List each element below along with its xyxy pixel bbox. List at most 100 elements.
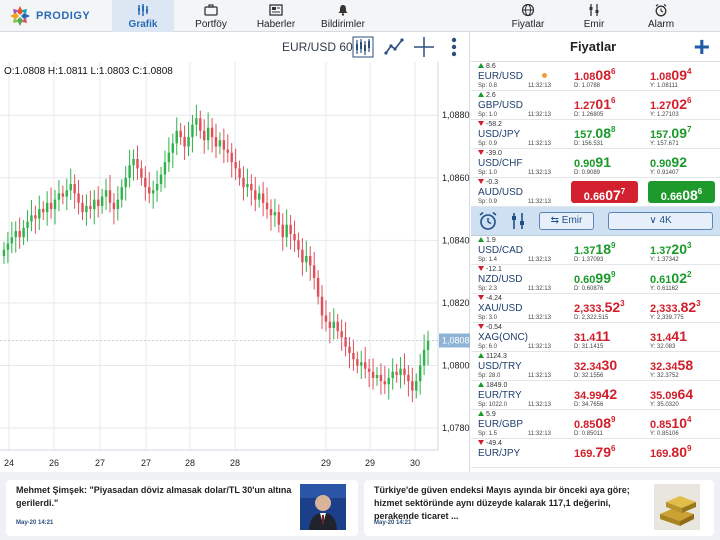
change-value: -12.1 (478, 266, 502, 273)
bid-price[interactable]: 0.85089 (574, 415, 615, 431)
candle-body (324, 315, 328, 322)
change-value: 1849.0 (478, 382, 507, 389)
ask-price[interactable]: 0.61022 (650, 270, 691, 286)
time-label: 11:32:13 (528, 286, 551, 292)
price-row[interactable]: -0.54 XAG(ONC) Sp: 6.0 11:32:13 31.411 31.441… (471, 323, 720, 352)
ask-price[interactable]: 169.809 (650, 444, 691, 460)
price-row[interactable]: -12.1 NZD/USD Sp: 2.3 11:32:13 0.60999 0.6102… (471, 265, 720, 294)
daily-high: Y: 157.671 (650, 141, 679, 147)
candle-body (336, 321, 339, 332)
price-row[interactable]: 2.6 GBP/USD Sp: 1.0 11:32:13 1.27016 1.27026 D… (471, 91, 720, 120)
price-row[interactable]: 1.9 USD/CAD Sp: 1.4 11:32:13 1.37189 1.37203 D… (471, 236, 720, 265)
ask-price[interactable]: 1.27026 (650, 96, 691, 112)
daily-high: Y: 0.91407 (650, 170, 679, 176)
candle-body (65, 190, 69, 197)
price-row[interactable]: 1124.3 USD/TRY Sp: 28.0 11:32:13 32.3430 32.3… (471, 352, 720, 381)
symbol-label: NZD/USD (478, 274, 523, 285)
ask-price[interactable]: 1.08094 (650, 67, 691, 83)
spread-label: Sp: 1.0 (478, 112, 498, 118)
tab-grafik[interactable]: Grafik (112, 0, 174, 32)
ask-price[interactable]: 35.0964 (650, 386, 693, 402)
ask-price[interactable]: 1.37203 (650, 241, 691, 257)
bid-price[interactable]: 169.796 (574, 444, 615, 460)
tab-alarm[interactable]: Alarm (630, 0, 692, 32)
symbol-label: USD/CHF (478, 158, 523, 169)
candle-body (49, 202, 53, 210)
candle-body (375, 374, 379, 379)
price-row[interactable]: -39.0 USD/CHF Sp: 1.0 11:32:13 0.9091 0.9092 D… (471, 149, 720, 178)
ask-price[interactable]: 0.85104 (650, 415, 691, 431)
bid-price[interactable]: 34.9942 (574, 386, 617, 402)
daily-low: D: 31.1415 (574, 344, 604, 350)
x-tick-label: 27 (141, 458, 151, 468)
time-label: 11:32:13 (528, 373, 551, 379)
bid-price[interactable]: 1.08086 (574, 67, 615, 83)
price-row[interactable]: -58.2 USD/JPY Sp: 0.9 11:32:13 157.088 157.09… (471, 120, 720, 149)
tab-label: Haberler (256, 19, 296, 30)
price-row-selected[interactable]: -0.3 AUD/USD Sp: 0.9 11:32:13 0.66077 0.… (471, 178, 720, 207)
candle-body (316, 277, 320, 297)
change-value: -0.3 (478, 179, 498, 186)
price-row[interactable]: -49.4 EUR/JPY 169.796 169.809 (471, 439, 720, 468)
candle-body (203, 130, 206, 141)
bid-price[interactable]: 0.60999 (574, 270, 615, 286)
emir-button[interactable]: ⇆ Emir (539, 212, 594, 230)
price-row[interactable]: 5.9 EUR/GBP Sp: 1.5 11:32:13 0.85089 0.85104 D… (471, 410, 720, 439)
quantity-dropdown[interactable]: ∨ 4K (608, 212, 713, 230)
bid-price[interactable]: 157.088 (574, 125, 615, 141)
bid-price[interactable]: 2,333.523 (574, 299, 625, 315)
price-row[interactable]: 1849.0 EUR/TRY Sp: 1022.0 11:32:13 34.9942 35… (471, 381, 720, 410)
tab-haberler[interactable]: Haberler (245, 0, 307, 32)
tab-emir[interactable]: Emir (563, 0, 625, 32)
line-draw-icon[interactable] (383, 36, 405, 58)
down-arrow-icon (478, 266, 484, 271)
buy-button[interactable]: 0.66086 (648, 181, 715, 203)
candle-body (418, 365, 422, 382)
x-tick-label: 28 (185, 458, 195, 468)
person-portrait-icon (300, 484, 346, 530)
bid-price[interactable]: 1.27016 (574, 96, 615, 112)
candle-body (96, 199, 100, 206)
ask-price[interactable]: 32.3458 (650, 357, 693, 373)
plus-icon[interactable]: + (694, 33, 710, 61)
candlestick-icon[interactable] (352, 36, 374, 58)
candle-body (57, 193, 61, 200)
bid-price[interactable]: 31.411 (574, 328, 610, 344)
candle-body (426, 340, 430, 350)
up-arrow-icon (478, 382, 484, 387)
bid-price[interactable]: 0.9091 (574, 154, 611, 170)
ask-price[interactable]: 0.9092 (650, 154, 687, 170)
symbol-label: EUR/USD (478, 71, 524, 82)
tab-portfoy[interactable]: Portföy (180, 0, 242, 32)
ask-price[interactable]: 2,333.823 (650, 299, 701, 315)
daily-low: D: 0.60876 (574, 286, 604, 292)
bid-price[interactable]: 32.3430 (574, 357, 617, 373)
top-navigation: PRODIGY Grafik Portföy Haberler Bildirim… (0, 0, 720, 32)
bid-price[interactable]: 1.37189 (574, 241, 615, 257)
ask-price[interactable]: 31.441 (650, 328, 687, 344)
spread-label: Sp: 0.9 (478, 141, 498, 147)
candle-body (151, 190, 155, 194)
tab-fiyatlar[interactable]: Fiyatlar (497, 0, 559, 32)
tab-label: Fiyatlar (511, 19, 545, 30)
price-row[interactable]: 8.6 EUR/USD Sp: 0.8 11:32:13 1.08086 1.08094 D… (471, 62, 720, 91)
sell-button[interactable]: 0.66077 (571, 181, 638, 203)
sliders-icon[interactable] (507, 210, 529, 232)
price-row[interactable]: -4.24 XAU/USD Sp: 3.0 11:32:13 2,333.523 2,33… (471, 294, 720, 323)
ask-price[interactable]: 157.097 (650, 125, 691, 141)
tab-bildirimler[interactable]: Bildirimler (312, 0, 374, 32)
candle-body (411, 381, 414, 391)
candle-body (356, 359, 359, 366)
news-card[interactable]: Mehmet Şimşek: "Piyasadan döviz almasak … (6, 480, 358, 536)
alarm-clock-icon[interactable] (477, 210, 499, 232)
candle-body (199, 118, 202, 131)
candlestick-chart[interactable]: 1,0880 1,0860 1,0840 1,0820 1,0800 1,0780 24 26… (0, 32, 470, 472)
news-card[interactable]: Türkiye'de güven endeksi Mayıs ayında bi… (364, 480, 714, 536)
candle-body (112, 202, 116, 210)
more-vertical-icon[interactable] (443, 36, 465, 58)
candle-body (293, 234, 296, 241)
globe-icon (497, 3, 559, 19)
daily-low: D: 34.7656 (574, 402, 604, 408)
crosshair-icon[interactable] (413, 36, 435, 58)
instrument-selector[interactable]: EUR/USD 60 (282, 40, 353, 54)
